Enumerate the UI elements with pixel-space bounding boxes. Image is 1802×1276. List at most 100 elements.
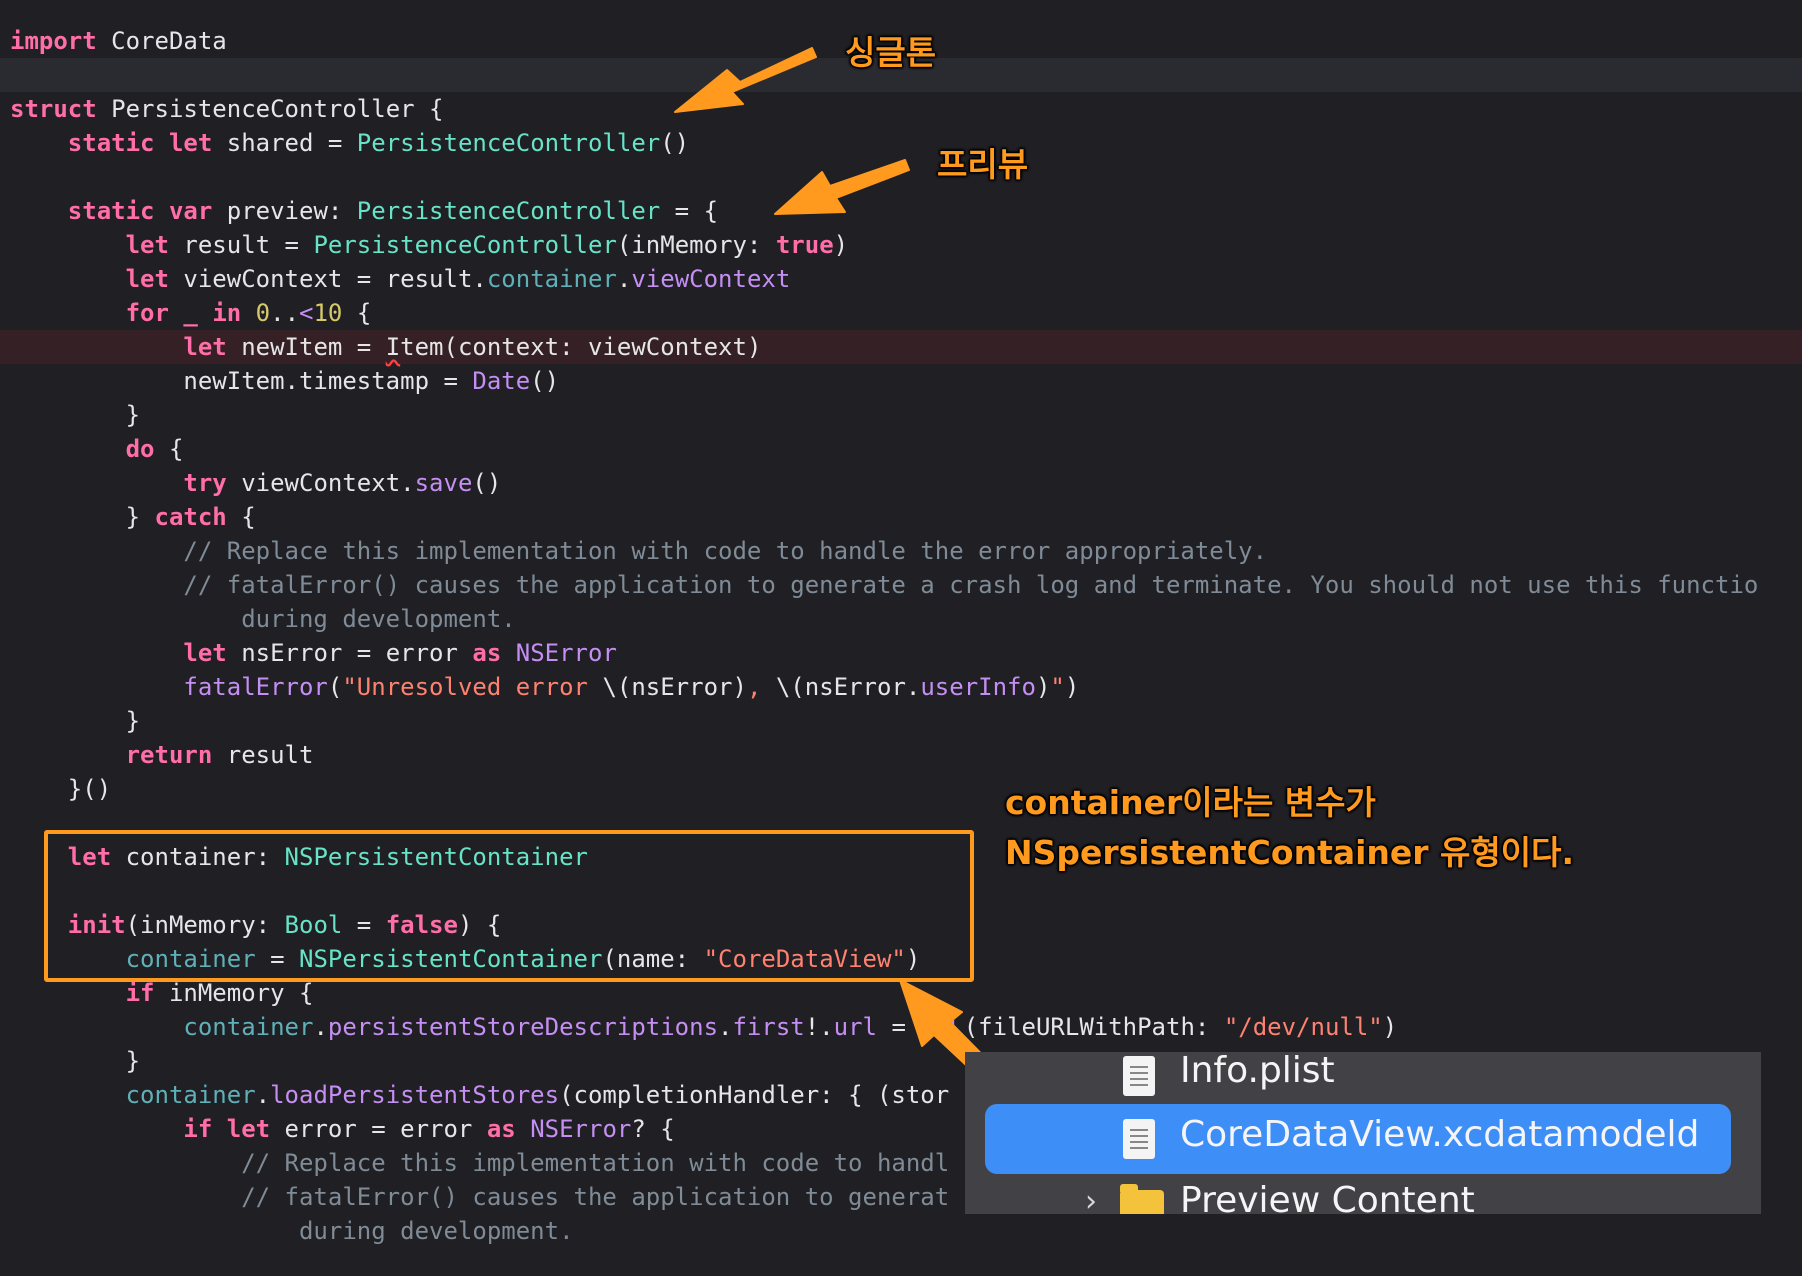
code-line[interactable]: // Replace this implementation with code… (10, 1146, 949, 1180)
code-line[interactable]: }() (10, 772, 111, 806)
code-token: "/dev/null" (1223, 1013, 1383, 1041)
code-token: catch (154, 503, 227, 531)
code-token: container (125, 1081, 256, 1109)
code-token: (inMemory: (616, 231, 776, 259)
code-token: . (718, 1013, 733, 1041)
code-line[interactable]: let result = PersistenceController(inMem… (10, 228, 849, 262)
code-token: during development. (298, 1217, 574, 1245)
code-token: PersistenceController (356, 197, 661, 225)
code-token: result = (168, 231, 314, 259)
code-token: PersistenceController { (96, 95, 444, 123)
code-line[interactable]: } (10, 704, 140, 738)
code-token: } (10, 1047, 141, 1075)
code-token: = { (660, 197, 719, 225)
code-token: let (183, 639, 227, 667)
nav-item-label: Info.plist (1180, 1052, 1335, 1091)
code-line[interactable]: } (10, 398, 140, 432)
code-line[interactable]: struct PersistenceController { (10, 92, 443, 126)
code-token: , (746, 673, 776, 701)
code-line[interactable]: return result (10, 738, 314, 772)
code-token: url (833, 1013, 877, 1041)
code-token: true (775, 231, 834, 259)
code-token: let (125, 231, 169, 259)
code-line[interactable]: container.loadPersistentStores(completio… (10, 1078, 950, 1112)
code-line[interactable]: during development. (10, 1214, 574, 1248)
code-token: // fatalError() causes the application t… (241, 1183, 950, 1211)
code-token: CoreData (96, 27, 227, 55)
code-token: { (342, 299, 372, 327)
code-line[interactable]: newItem.timestamp = Date() (10, 364, 559, 398)
nav-item-info-plist[interactable]: Info.plist (965, 1052, 1761, 1104)
datamodel-file-icon (1123, 1119, 1155, 1159)
code-line[interactable]: } (10, 1044, 140, 1078)
code-token: } (10, 503, 155, 531)
code-token: 10 (313, 299, 343, 327)
code-line[interactable]: container.persistentStoreDescriptions.fi… (10, 1010, 1397, 1044)
code-token: return (125, 741, 213, 769)
code-line[interactable]: // Replace this implementation with code… (10, 534, 1267, 568)
code-token: let (125, 265, 169, 293)
code-token: do (125, 435, 155, 463)
code-token: nsError = error (226, 639, 473, 667)
container-annotation-line2: NSpersistentContainer 유형이다. (1005, 833, 1575, 872)
code-token: shared = (212, 129, 357, 157)
code-token: = (877, 1013, 921, 1041)
code-token: 0 (255, 299, 271, 327)
code-token: save (414, 469, 473, 497)
code-token: ) (1035, 673, 1051, 701)
chevron-right-icon[interactable]: › (1085, 1184, 1097, 1214)
code-line[interactable]: for _ in 0..<10 { (10, 296, 372, 330)
nav-item-preview-content[interactable]: › Preview Content (965, 1180, 1761, 1214)
code-token: ? { (631, 1115, 675, 1143)
code-line[interactable]: let viewContext = result.container.viewC… (10, 262, 791, 296)
code-token: persistentStoreDescriptions (327, 1013, 719, 1041)
code-line[interactable]: fatalError("Unresolved error \(nsError),… (10, 670, 1079, 704)
code-line[interactable]: during development. (10, 602, 516, 636)
code-line[interactable]: static var preview: PersistenceControlle… (10, 194, 718, 228)
plist-file-icon (1123, 1056, 1155, 1096)
code-token: "Unresolved error (342, 673, 603, 701)
code-token: ) (833, 231, 849, 259)
code-token: // Replace this implementation with code… (183, 537, 1268, 565)
code-token: tem(context: viewContext) (400, 333, 762, 361)
code-token: // Replace this implementation with code… (241, 1149, 950, 1177)
code-line[interactable]: } catch { (10, 500, 256, 534)
code-token: ( (327, 673, 343, 701)
code-line[interactable]: import CoreData (10, 24, 227, 58)
nav-item-coredataview-selected[interactable]: CoreDataView.xcdatamodeld (985, 1104, 1731, 1174)
code-token: import (10, 27, 97, 55)
code-line[interactable]: let newItem = Item(context: viewContext) (10, 330, 761, 364)
code-token: " (1050, 673, 1065, 701)
code-token: // fatalError() causes the application t… (183, 571, 1759, 599)
code-token: newItem.timestamp = (10, 367, 473, 395)
code-line[interactable]: let nsError = error as NSError (10, 636, 617, 670)
code-token: as (472, 639, 502, 667)
singleton-annotation: 싱글톤 (845, 33, 937, 72)
code-line[interactable]: // fatalError() causes the application t… (10, 568, 1758, 602)
code-line[interactable]: do { (10, 432, 184, 466)
code-line[interactable]: try viewContext.save() (10, 466, 501, 500)
code-line[interactable]: static let shared = PersistenceControlle… (10, 126, 689, 160)
code-token: during development. (241, 605, 516, 633)
code-token: { (154, 435, 184, 463)
code-line[interactable]: if let error = error as NSError? { (10, 1112, 675, 1146)
code-token: { (226, 503, 256, 531)
code-token: result (212, 741, 314, 769)
code-token: as (486, 1115, 516, 1143)
code-token: container (486, 265, 617, 293)
project-navigator[interactable]: Info.plist CoreDataView.xcdatamodeld › P… (965, 1052, 1761, 1214)
